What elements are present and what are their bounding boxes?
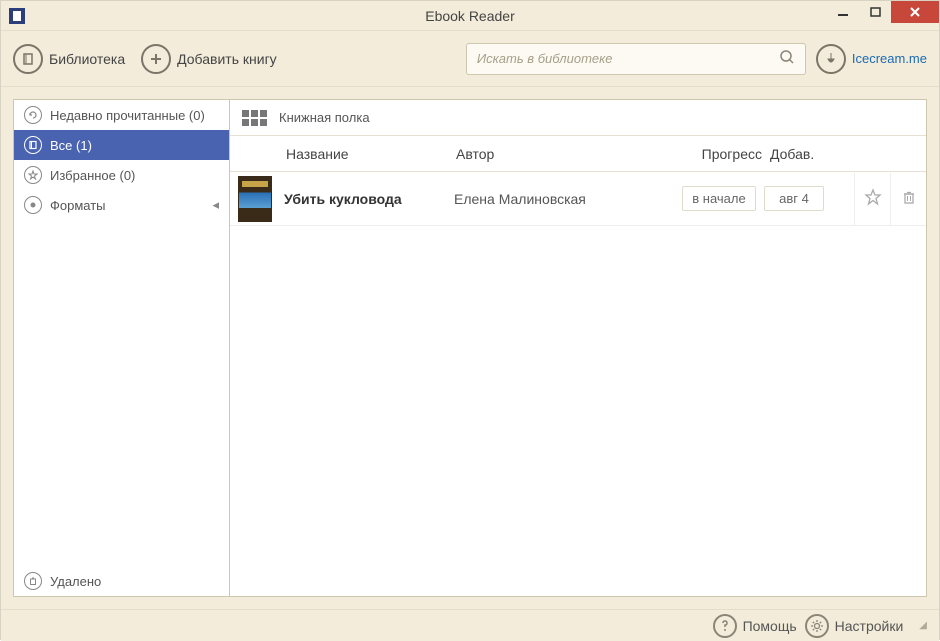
library-label: Библиотека: [49, 51, 125, 67]
gear-icon: [805, 614, 829, 638]
window-title: Ebook Reader: [1, 8, 939, 24]
book-cover: [238, 176, 272, 222]
chevron-left-icon: ◂: [212, 197, 219, 213]
col-header-progress[interactable]: Прогресс: [676, 146, 762, 162]
all-icon: [24, 136, 42, 154]
sidebar-item-label: Удалено: [50, 574, 101, 589]
app-icon: [9, 8, 25, 24]
trash-icon: [24, 572, 42, 590]
sidebar-item-all[interactable]: Все (1): [14, 130, 229, 160]
col-header-title[interactable]: Название: [286, 146, 456, 162]
settings-label: Настройки: [835, 618, 904, 634]
trash-icon: [901, 189, 917, 208]
maximize-button[interactable]: [859, 1, 891, 23]
sidebar: Недавно прочитанные (0) Все (1) Избранно…: [13, 99, 229, 597]
sidebar-item-deleted[interactable]: Удалено: [14, 566, 229, 596]
col-header-added[interactable]: Добав.: [762, 146, 828, 162]
content-area: Книжная полка Название Автор Прогресс До…: [229, 99, 927, 597]
settings-button[interactable]: Настройки: [805, 614, 904, 638]
minimize-button[interactable]: [827, 1, 859, 23]
book-author: Елена Малиновская: [454, 191, 674, 207]
grid-view-icon[interactable]: [242, 110, 267, 126]
sidebar-item-favorites[interactable]: Избранное (0): [14, 160, 229, 190]
star-icon: [24, 166, 42, 184]
close-button[interactable]: [891, 1, 939, 23]
add-book-button[interactable]: Добавить книгу: [141, 44, 277, 74]
sidebar-item-label: Все (1): [50, 138, 92, 153]
book-progress[interactable]: в начале: [682, 186, 756, 211]
sidebar-item-label: Избранное (0): [50, 168, 135, 183]
sidebar-item-label: Недавно прочитанные (0): [50, 108, 205, 123]
col-header-author[interactable]: Автор: [456, 146, 676, 162]
formats-icon: [24, 196, 42, 214]
help-icon: [713, 614, 737, 638]
favorite-button[interactable]: [854, 173, 890, 225]
table-header: Название Автор Прогресс Добав.: [230, 136, 926, 172]
recent-icon: [24, 106, 42, 124]
search-input-wrap[interactable]: [466, 43, 806, 75]
add-book-label: Добавить книгу: [177, 51, 277, 67]
help-button[interactable]: Помощь: [713, 614, 797, 638]
sidebar-item-recent[interactable]: Недавно прочитанные (0): [14, 100, 229, 130]
help-label: Помощь: [743, 618, 797, 634]
sidebar-item-formats[interactable]: Форматы ◂: [14, 190, 229, 220]
shelf-title: Книжная полка: [279, 110, 370, 125]
table-row[interactable]: Убить кукловода Елена Малиновская в нача…: [230, 172, 926, 226]
brand-link[interactable]: Icecream.me: [816, 44, 927, 74]
book-icon: [13, 44, 43, 74]
brand-link-label: Icecream.me: [852, 51, 927, 66]
resize-grip[interactable]: ◢: [919, 620, 927, 631]
delete-button[interactable]: [890, 173, 926, 225]
star-icon: [864, 188, 882, 209]
sidebar-item-label: Форматы: [50, 198, 106, 213]
search-input[interactable]: [477, 51, 779, 66]
library-button[interactable]: Библиотека: [13, 44, 125, 74]
book-title: Убить кукловода: [284, 191, 454, 207]
search-icon[interactable]: [779, 49, 795, 68]
brand-icon: [816, 44, 846, 74]
book-added[interactable]: авг 4: [764, 186, 824, 211]
plus-icon: [141, 44, 171, 74]
